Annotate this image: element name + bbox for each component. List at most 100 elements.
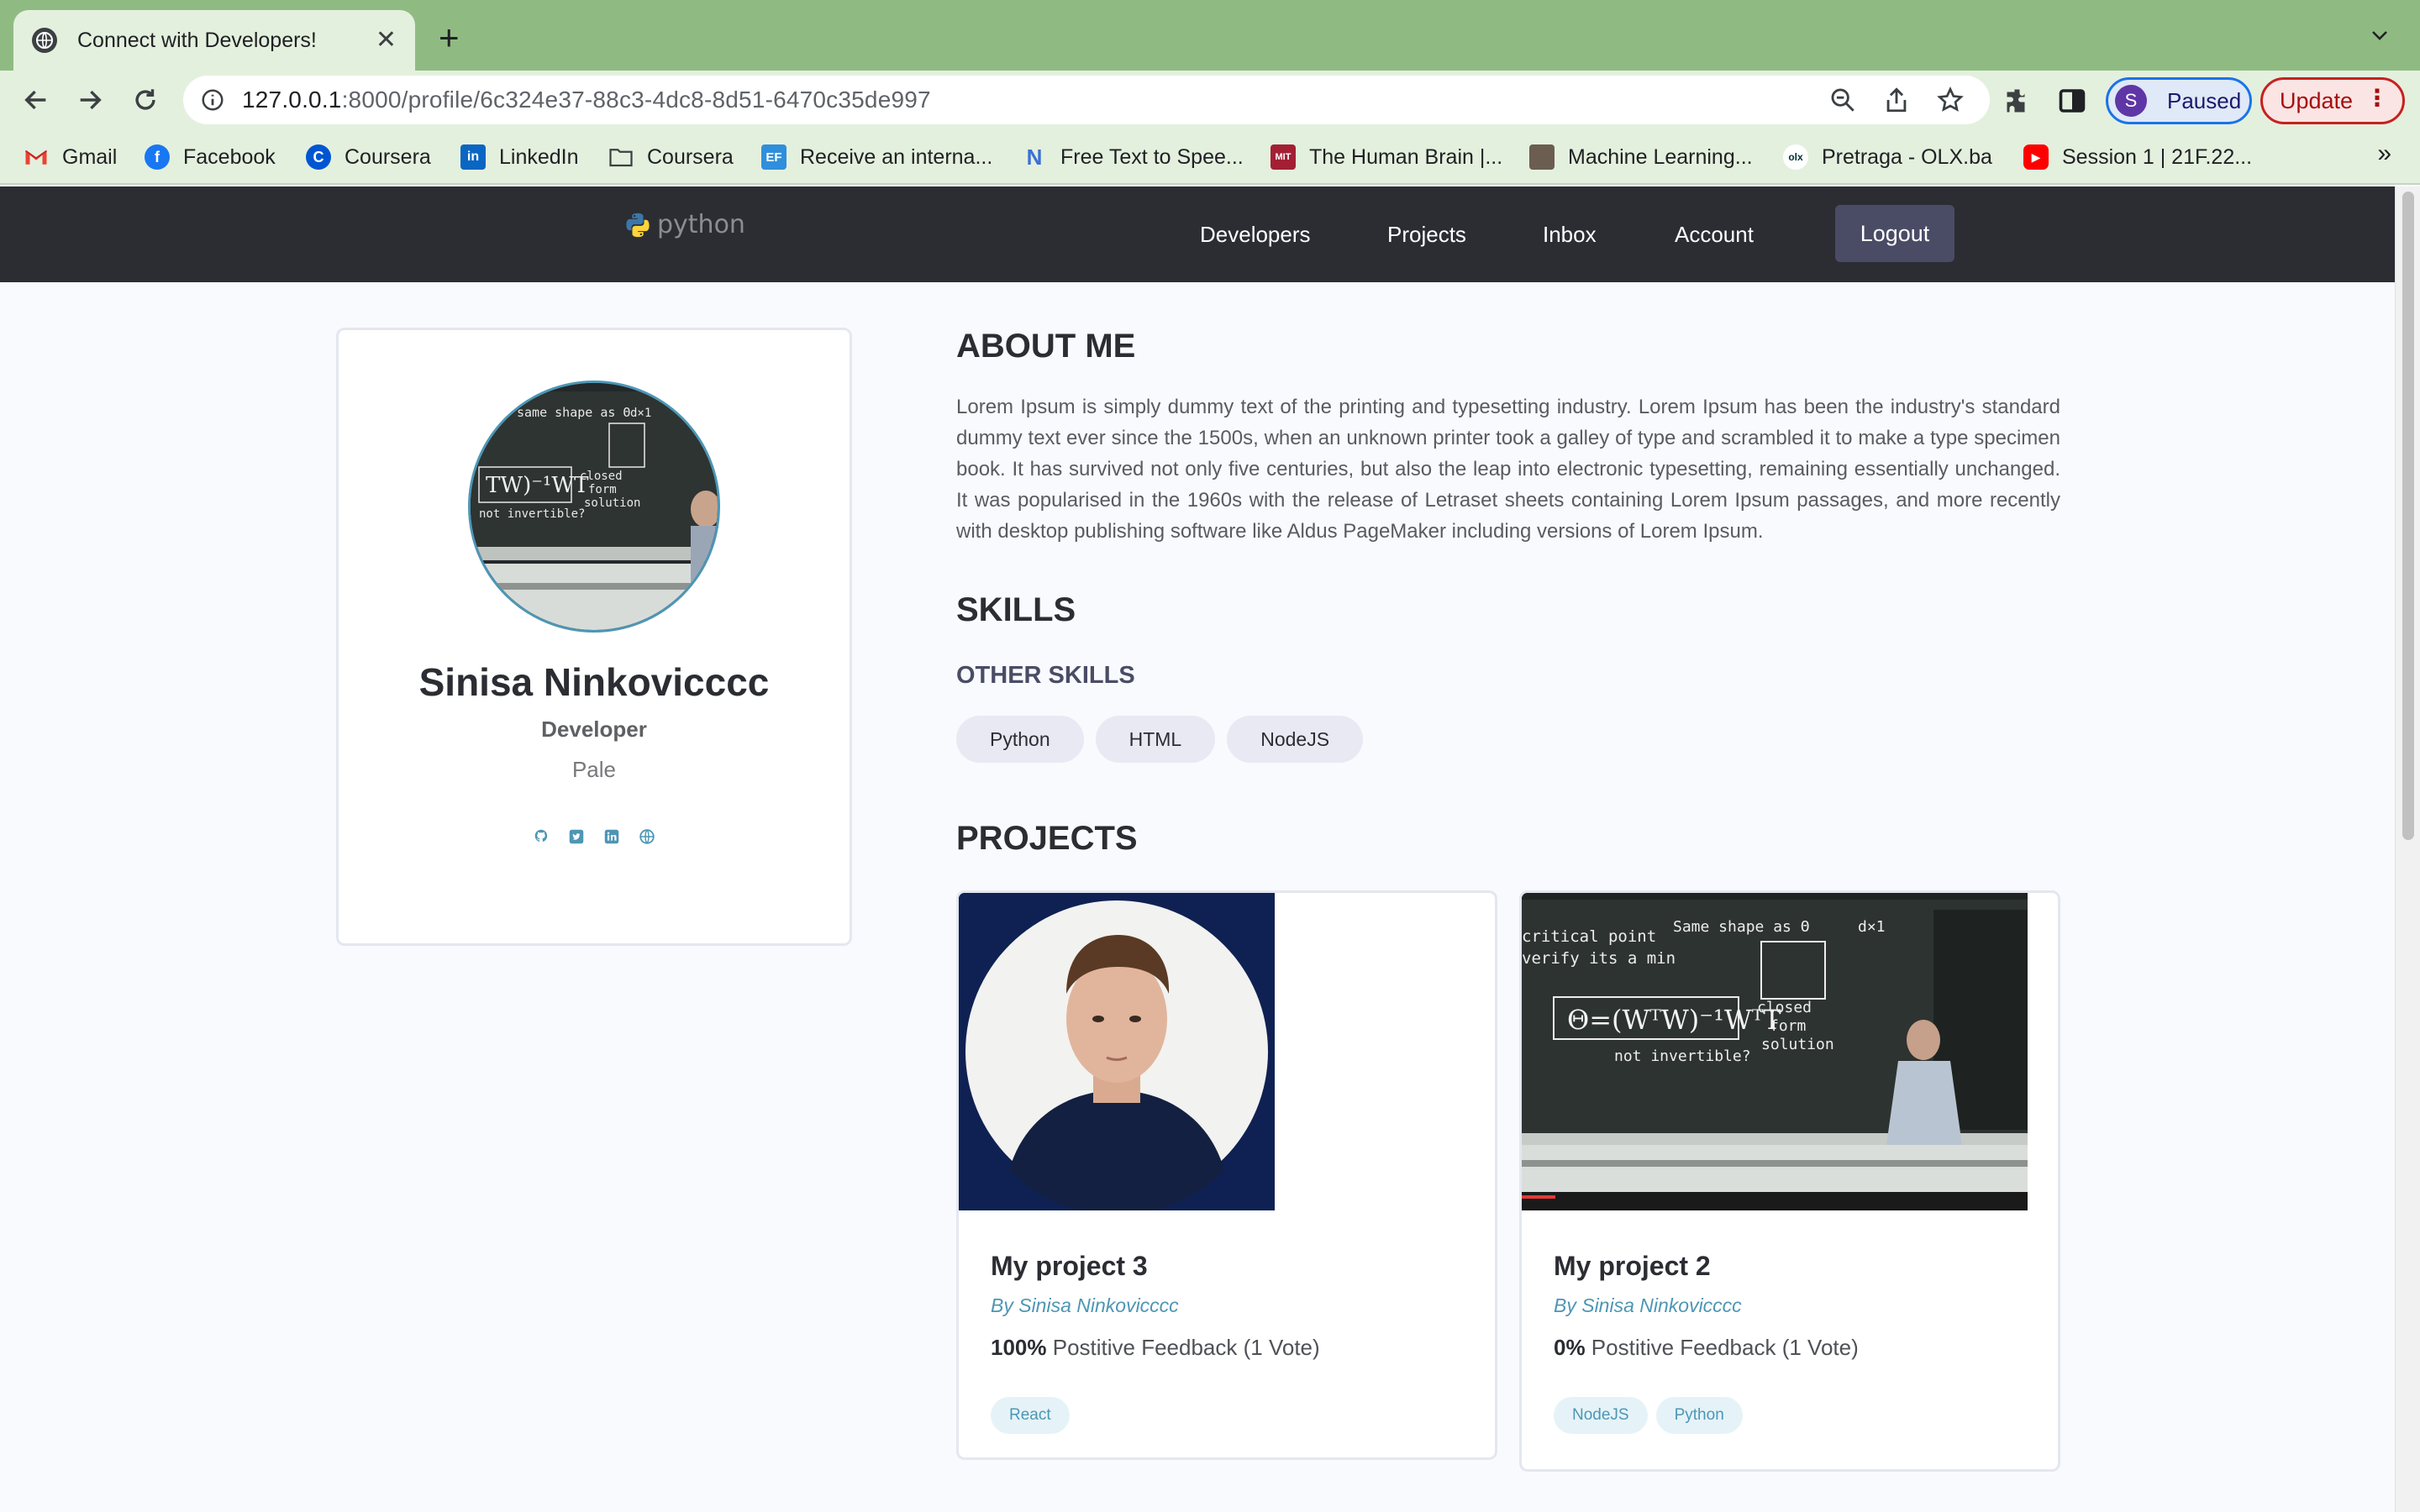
project-card[interactable]: critical point verify its a min Same sha… <box>1519 890 2060 1472</box>
update-button[interactable]: Update ⋮ <box>2260 77 2405 124</box>
nav-inbox[interactable]: Inbox <box>1543 222 1597 248</box>
bookmark-label: Coursera <box>345 144 431 169</box>
bookmark-label: Machine Learning... <box>1568 144 1753 169</box>
other-skills-heading: OTHER SKILLS <box>956 662 1135 689</box>
star-icon[interactable] <box>1936 86 1965 114</box>
chevron-down-icon[interactable] <box>2370 25 2390 45</box>
project-thumbnail[interactable] <box>959 893 1275 1210</box>
bookmark-label: LinkedIn <box>499 144 579 169</box>
project-image <box>959 893 1275 1210</box>
svg-text:verify its a min: verify its a min <box>1522 949 1676 968</box>
avatar-image: same shape as Θ d×1 TW)⁻¹WT closed form … <box>471 383 718 630</box>
youtube-icon: ▶ <box>2023 144 2049 170</box>
nav-developers[interactable]: Developers <box>1200 222 1311 248</box>
profile-card: same shape as Θ d×1 TW)⁻¹WT closed form … <box>336 328 852 946</box>
bookmark-folder-coursera[interactable]: Coursera <box>608 143 734 171</box>
bookmarks-bar: Gmail f Facebook C Coursera in LinkedIn … <box>0 129 2420 185</box>
skill-tag: HTML <box>1095 716 1216 763</box>
bookmarks-overflow-button[interactable]: » <box>2377 139 2391 168</box>
bookmark-text-to-speech[interactable]: N Free Text to Spee... <box>1022 143 1244 171</box>
browser-toolbar: 127.0.0.1:8000/profile/6c324e37-88c3-4dc… <box>0 71 2420 129</box>
project-feedback: 0% Postitive Feedback (1 Vote) <box>1554 1335 1859 1361</box>
bookmark-label: Pretraga - OLX.ba <box>1822 144 1992 169</box>
svg-text:Θ=(WᵀW)⁻¹WᵀT: Θ=(WᵀW)⁻¹WᵀT <box>1567 1004 1781 1036</box>
website-icon[interactable] <box>638 827 656 846</box>
project-author[interactable]: By Sinisa Ninkovicccc <box>991 1294 1179 1317</box>
nav-account[interactable]: Account <box>1675 222 1754 248</box>
bookmark-label: Coursera <box>647 144 734 169</box>
feedback-text: Postitive Feedback (1 Vote) <box>1585 1335 1859 1360</box>
logo-text: python <box>657 210 745 239</box>
olx-icon: olx <box>1783 144 1808 170</box>
project-title[interactable]: My project 3 <box>991 1251 1148 1282</box>
bookmark-label: Gmail <box>62 144 118 169</box>
svg-text:TW)⁻¹WT: TW)⁻¹WT <box>486 473 589 498</box>
browser-tab-strip: Connect with Developers! ✕ + <box>0 0 2420 71</box>
project-tags: NodeJS Python <box>1554 1397 1743 1434</box>
linkedin-icon: in <box>460 144 486 170</box>
ef-icon: EF <box>761 144 786 170</box>
bookmark-facebook[interactable]: f Facebook <box>145 143 276 171</box>
project-title[interactable]: My project 2 <box>1554 1251 1711 1282</box>
update-label: Update <box>2280 87 2354 113</box>
logout-button[interactable]: Logout <box>1835 205 1954 262</box>
linkedin-icon[interactable] <box>602 827 621 846</box>
site-logo[interactable]: python <box>623 210 745 239</box>
svg-text:solution: solution <box>1761 1036 1834 1053</box>
url-host: 127.0.0.1 <box>242 87 342 113</box>
developer-role: Developer <box>541 717 647 742</box>
profile-button[interactable]: S Paused <box>2106 77 2252 124</box>
n-icon: N <box>1026 144 1043 170</box>
new-tab-button[interactable]: + <box>439 20 460 55</box>
skill-tags: Python HTML NodeJS <box>956 716 1364 763</box>
about-text: Lorem Ipsum is simply dummy text of the … <box>956 396 2060 543</box>
bookmark-olx[interactable]: olx Pretraga - OLX.ba <box>1783 143 1992 171</box>
zoom-icon[interactable] <box>1828 86 1857 114</box>
skill-tag: Python <box>956 716 1084 763</box>
social-links <box>532 827 656 846</box>
page-scrollbar[interactable] <box>2395 186 2420 1512</box>
developer-name: Sinisa Ninkovicccc <box>418 660 770 704</box>
bookmark-linkedin[interactable]: in LinkedIn <box>460 143 579 171</box>
side-panel-icon[interactable] <box>2057 86 2087 116</box>
project-feedback: 100% Postitive Feedback (1 Vote) <box>991 1335 1320 1361</box>
github-icon[interactable] <box>532 827 550 846</box>
scrollbar-thumb[interactable] <box>2402 192 2414 840</box>
bookmark-session[interactable]: ▶ Session 1 | 21F.22... <box>2023 143 2252 171</box>
browser-tab[interactable]: Connect with Developers! ✕ <box>13 10 415 71</box>
profile-status: Paused <box>2167 87 2242 113</box>
svg-text:form: form <box>588 483 617 496</box>
bookmark-ef[interactable]: EF Receive an interna... <box>761 143 992 171</box>
share-icon[interactable] <box>1882 86 1911 114</box>
bookmark-label: The Human Brain |... <box>1309 144 1503 169</box>
info-icon[interactable] <box>200 87 225 113</box>
folder-icon <box>608 144 634 170</box>
bookmark-human-brain[interactable]: MIT The Human Brain |... <box>1270 143 1502 171</box>
bookmark-coursera[interactable]: C Coursera <box>306 143 431 171</box>
project-card[interactable]: My project 3 By Sinisa Ninkovicccc 100% … <box>956 890 1497 1460</box>
back-button[interactable] <box>18 82 54 118</box>
svg-text:closed: closed <box>1757 999 1812 1016</box>
reload-button[interactable] <box>128 82 163 118</box>
extensions-icon[interactable] <box>2003 86 2033 116</box>
svg-text:closed: closed <box>580 470 623 483</box>
project-author[interactable]: By Sinisa Ninkovicccc <box>1554 1294 1742 1317</box>
projects-heading: PROJECTS <box>956 820 1138 857</box>
facebook-icon: f <box>145 144 170 170</box>
nav-projects[interactable]: Projects <box>1387 222 1466 248</box>
forward-button[interactable] <box>72 82 108 118</box>
svg-text:d×1: d×1 <box>1858 918 1886 936</box>
close-tab-icon[interactable]: ✕ <box>376 28 397 53</box>
developer-location: Pale <box>571 757 617 782</box>
bookmark-machine-learning[interactable]: Machine Learning... <box>1529 143 1753 171</box>
feedback-percent: 100% <box>991 1335 1047 1360</box>
bookmark-gmail[interactable]: Gmail <box>24 143 117 171</box>
svg-text:not invertible?: not invertible? <box>1614 1047 1751 1065</box>
photo-icon <box>1529 144 1555 170</box>
address-bar[interactable]: 127.0.0.1:8000/profile/6c324e37-88c3-4dc… <box>183 76 1990 124</box>
gmail-icon <box>24 144 49 170</box>
svg-text:d×1: d×1 <box>630 407 651 420</box>
project-thumbnail[interactable]: critical point verify its a min Same sha… <box>1522 893 2028 1210</box>
twitter-icon[interactable] <box>567 827 586 846</box>
bookmark-label: Facebook <box>183 144 276 169</box>
